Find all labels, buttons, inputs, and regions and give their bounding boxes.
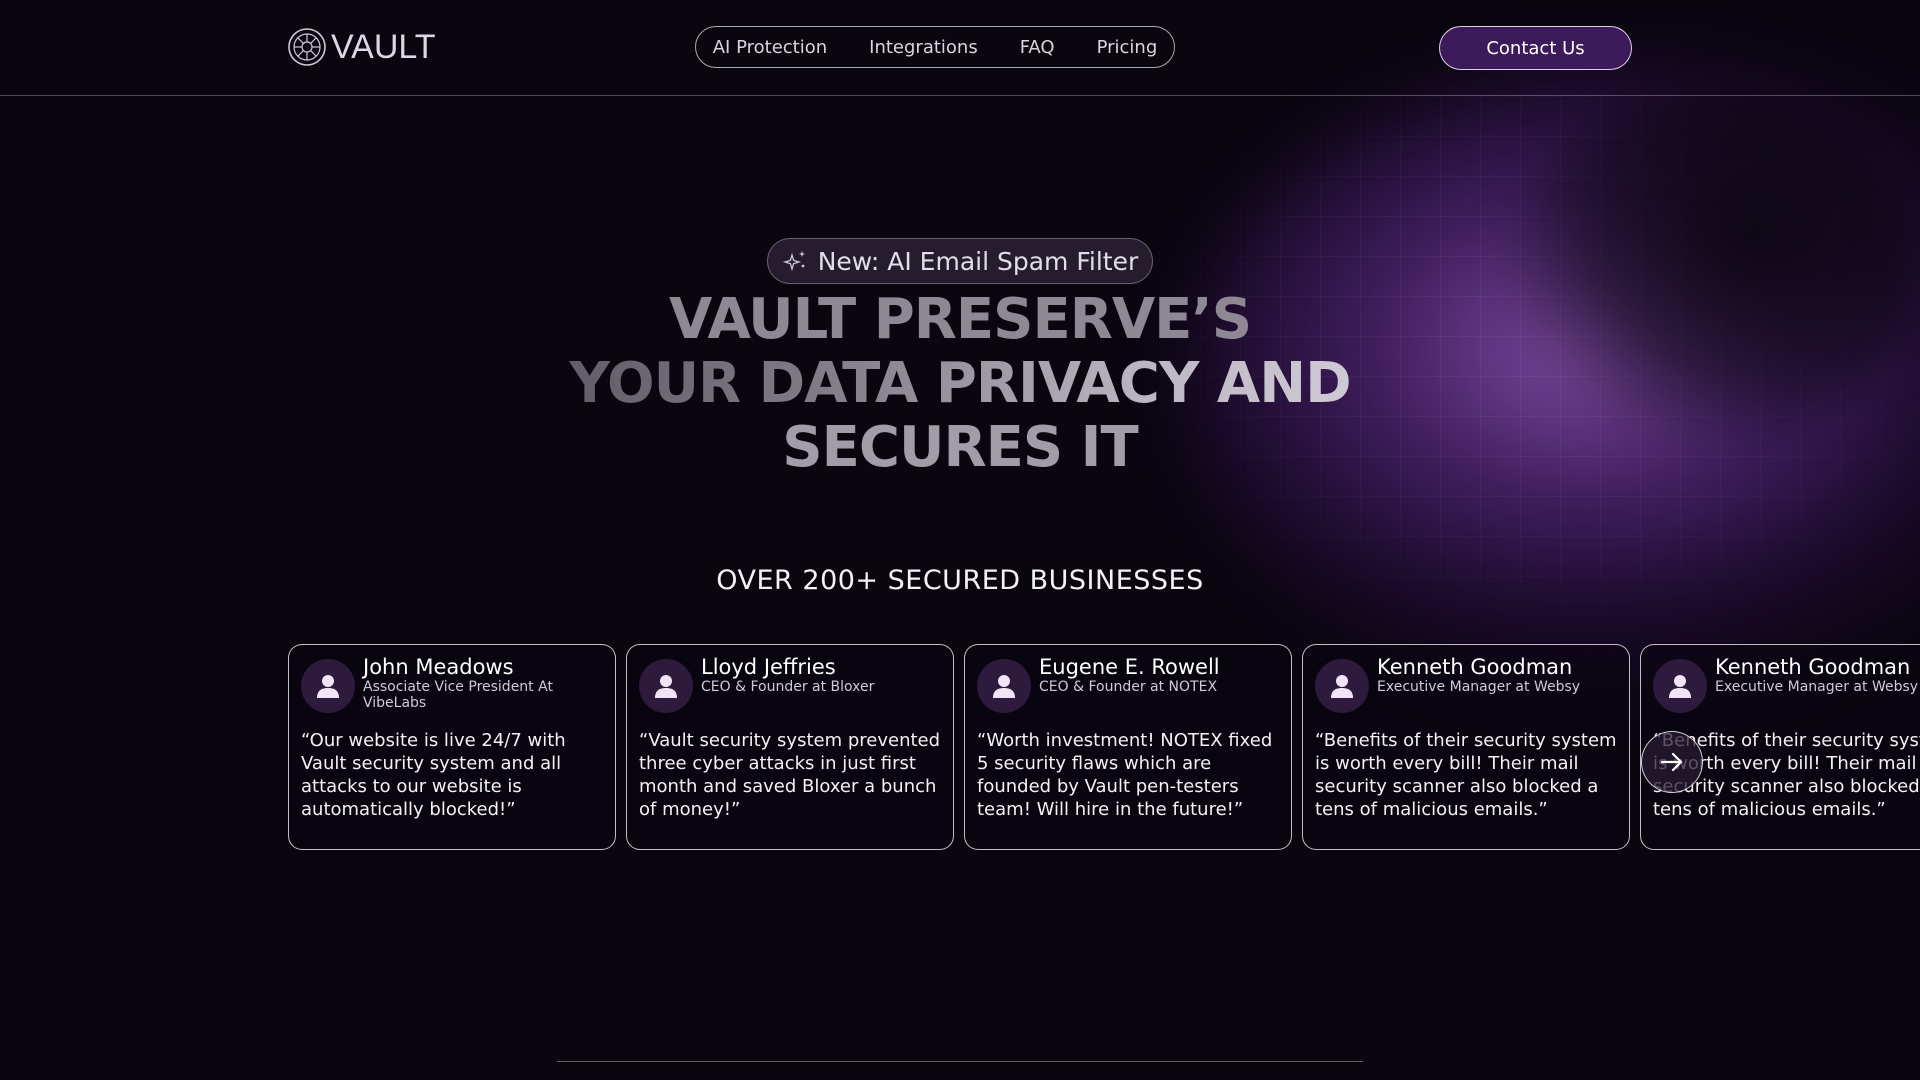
sparkle-icon — [782, 251, 805, 272]
testimonial-card: John Meadows Associate Vice President At… — [288, 644, 616, 850]
card-header: Kenneth Goodman Executive Manager at Web… — [1315, 655, 1617, 713]
testimonial-card: Kenneth Goodman Executive Manager at Web… — [1302, 644, 1630, 850]
person-info: Lloyd Jeffries CEO & Founder at Bloxer — [701, 655, 874, 695]
background-shadow — [1500, 90, 1920, 450]
site-header: VAULT AI Protection Integrations FAQ Pri… — [0, 0, 1920, 96]
user-icon — [655, 675, 677, 698]
person-info: Eugene E. Rowell CEO & Founder at NOTEX — [1039, 655, 1220, 695]
badge-text: New: AI Email Spam Filter — [817, 246, 1139, 276]
nav-item-integrations[interactable]: Integrations — [869, 37, 978, 58]
user-icon — [1331, 675, 1353, 698]
person-info: Kenneth Goodman Executive Manager at Web… — [1377, 655, 1580, 695]
card-header: Kenneth Goodman Executive Manager at Web… — [1653, 655, 1920, 713]
user-icon — [1669, 675, 1691, 698]
card-header: John Meadows Associate Vice President At… — [301, 655, 603, 713]
secured-businesses-heading: OVER 200+ SECURED BUSINESSES — [716, 565, 1204, 596]
user-icon — [317, 675, 339, 698]
testimonial-card: Eugene E. Rowell CEO & Founder at NOTEX … — [964, 644, 1292, 850]
person-name: Lloyd Jeffries — [701, 655, 836, 679]
page: VAULT AI Protection Integrations FAQ Pri… — [0, 0, 1920, 1080]
avatar — [301, 659, 355, 713]
avatar — [1315, 659, 1369, 713]
contact-us-button[interactable]: Contact Us — [1439, 26, 1632, 70]
hero-title-line-1: VAULT PRESERVE’S — [668, 287, 1252, 352]
testimonial-quote: “Our website is live 24/7 with Vault sec… — [301, 730, 566, 820]
person-name: Kenneth Goodman — [1715, 655, 1911, 679]
testimonial-quote: “Benefits of their security system is wo… — [1315, 730, 1617, 820]
person-role: CEO & Founder at Bloxer — [701, 679, 875, 695]
testimonial-quote: “Vault security system prevented three c… — [639, 730, 941, 820]
user-icon — [993, 675, 1015, 698]
logo[interactable]: VAULT — [287, 27, 436, 67]
hero-title-line-2: YOUR DATA PRIVACY AND — [460, 352, 1460, 416]
person-info: Kenneth Goodman Executive Manager at Web… — [1715, 655, 1918, 695]
testimonial-card: Lloyd Jeffries CEO & Founder at Bloxer “… — [626, 644, 954, 850]
person-role: Associate Vice President At VibeLabs — [363, 679, 553, 711]
footer-divider — [557, 1061, 1363, 1062]
nav-item-ai-protection[interactable]: AI Protection — [713, 37, 827, 58]
nav-item-pricing[interactable]: Pricing — [1097, 37, 1158, 58]
person-name: Kenneth Goodman — [1377, 655, 1573, 679]
person-role: Executive Manager at Websy — [1377, 679, 1581, 695]
person-name: John Meadows — [363, 655, 514, 679]
avatar — [1653, 659, 1707, 713]
nav-item-faq[interactable]: FAQ — [1020, 37, 1055, 58]
avatar — [977, 659, 1031, 713]
hero-title: VAULT PRESERVE’S YOUR DATA PRIVACY AND S… — [460, 288, 1460, 480]
person-role: CEO & Founder at NOTEX — [1039, 679, 1218, 695]
testimonial-quote: “Worth investment! NOTEX fixed 5 securit… — [977, 730, 1273, 820]
announcement-badge[interactable]: New: AI Email Spam Filter — [767, 238, 1153, 284]
logo-text: VAULT — [331, 27, 436, 66]
arrow-right-icon — [1660, 752, 1683, 772]
person-role: Executive Manager at Websy — [1715, 679, 1919, 695]
person-info: John Meadows Associate Vice President At… — [363, 655, 583, 711]
person-name: Eugene E. Rowell — [1039, 655, 1220, 679]
vault-logo-icon — [288, 28, 326, 66]
card-header: Eugene E. Rowell CEO & Founder at NOTEX — [977, 655, 1279, 713]
main-nav: AI Protection Integrations FAQ Pricing — [695, 26, 1175, 68]
avatar — [639, 659, 693, 713]
hero-title-line-3: SECURES IT — [782, 415, 1138, 480]
carousel-next-button[interactable] — [1641, 731, 1703, 793]
card-header: Lloyd Jeffries CEO & Founder at Bloxer — [639, 655, 941, 713]
